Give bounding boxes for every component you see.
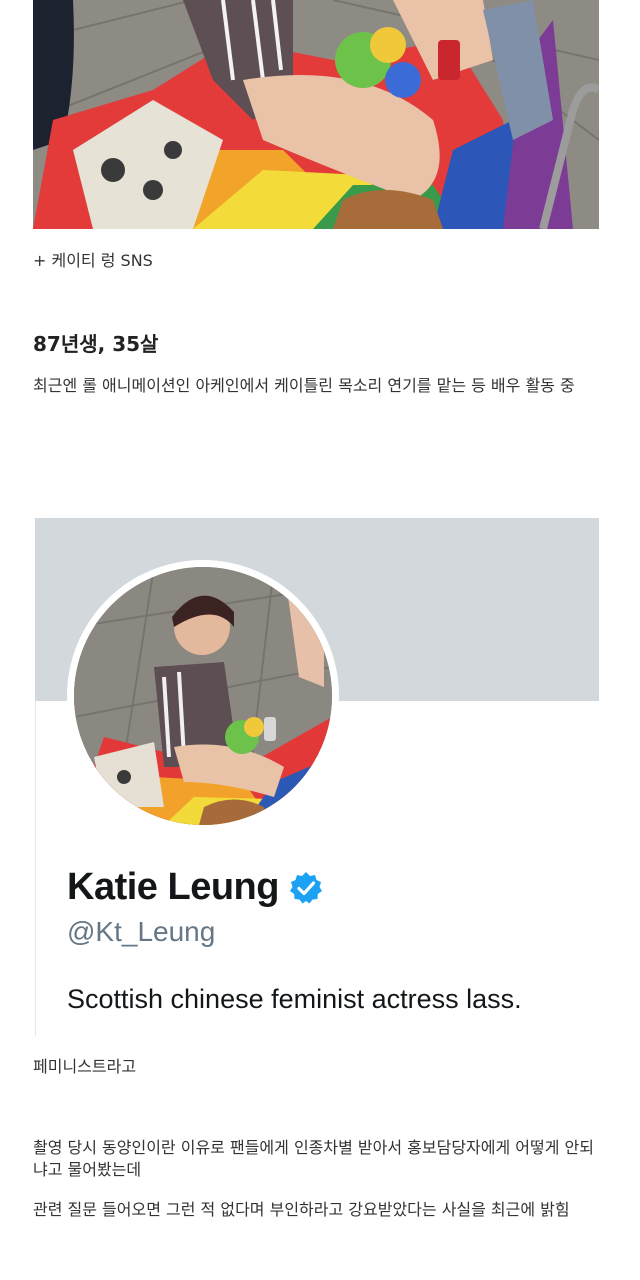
feminist-line: 페미니스트라고: [33, 1057, 137, 1076]
profile-bio: Scottish chinese feminist actress lass.: [67, 984, 522, 1014]
profile-name: Katie Leung: [67, 866, 279, 908]
profile-name-row: Katie Leung: [67, 866, 323, 909]
card-border: [35, 701, 36, 1036]
forced-denial-paragraph: 관련 질문 들어오면 그런 적 없다며 부인하라고 강요받았다는 사실을 최근에…: [33, 1200, 570, 1219]
intro-paragraph: 최근엔 롤 애니메이션인 아케인에서 케이틀린 목소리 연기를 맡는 등 배우 …: [33, 376, 575, 395]
image-caption: + 케이티 렁 SNS: [33, 251, 153, 270]
twitter-profile-card: Katie Leung @Kt_Leung Scottish chinese f…: [35, 518, 599, 1036]
avatar-photo: [74, 567, 332, 825]
profile-handle: @Kt_Leung: [67, 916, 216, 947]
verified-badge-icon: [289, 871, 323, 905]
top-photo: [33, 0, 599, 229]
incident-paragraph: 촬영 당시 동양인이란 이유로 팬들에게 인종차별 받아서 홍보담당자에게 어떻…: [33, 1138, 594, 1179]
age-heading: 87년생, 35살: [33, 332, 159, 356]
avatar: [67, 560, 339, 832]
